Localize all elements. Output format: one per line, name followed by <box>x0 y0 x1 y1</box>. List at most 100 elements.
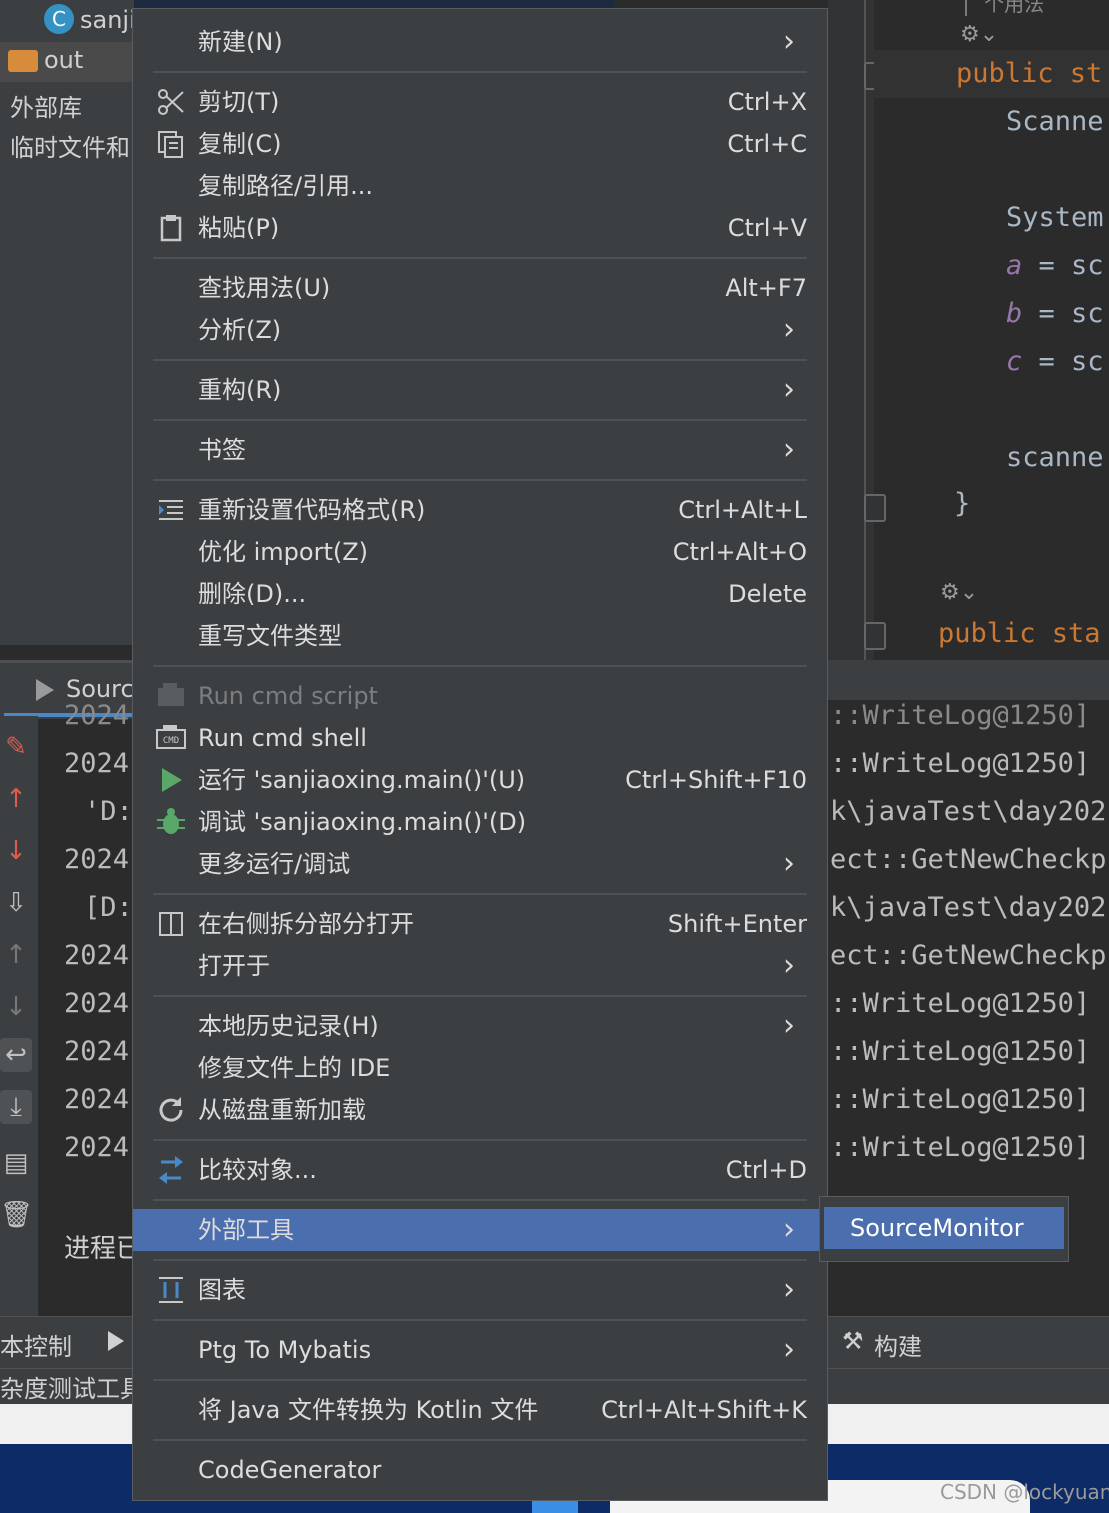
scroll-to-end-icon[interactable]: ⤓ <box>0 1090 32 1124</box>
menu-item-label: 重写文件类型 <box>198 622 342 650</box>
console-line: ect::GetNewCheckp <box>830 940 1107 971</box>
code-rest: = sc <box>1022 250 1104 281</box>
menu-separator <box>153 1139 807 1141</box>
menu-item-26[interactable]: Ptg To Mybatis › <box>133 1329 827 1371</box>
menu-item-2[interactable]: 复制(C) Ctrl+C <box>133 123 827 165</box>
code-line[interactable]: b = sc <box>1006 298 1104 329</box>
menu-item-20[interactable]: 本地历史记录(H) › <box>133 1005 827 1047</box>
reload-icon <box>155 1094 187 1126</box>
status-text[interactable]: 杂度测试工具 <box>0 1369 144 1404</box>
menu-item-7[interactable]: 重构(R) › <box>133 369 827 411</box>
code-rest: = sc <box>1022 298 1104 329</box>
arrow-down-icon[interactable]: ↓ <box>0 834 32 868</box>
menu-item-label: 更多运行/调试 <box>198 850 351 878</box>
menu-item-13: Run cmd script <box>133 675 827 717</box>
menu-item-25[interactable]: 图表 › <box>133 1269 827 1311</box>
console-line: 'D: <box>84 796 133 827</box>
folder-icon <box>8 50 38 72</box>
menu-item-label: 本地历史记录(H) <box>198 1012 379 1040</box>
menu-item-6[interactable]: 分析(Z) › <box>133 309 827 351</box>
menu-item-4[interactable]: 粘贴(P) Ctrl+V <box>133 207 827 249</box>
menu-item-shortcut: Ctrl+Alt+Shift+K <box>601 1396 807 1424</box>
trash-icon[interactable]: 🗑 <box>0 1198 33 1232</box>
menu-item-16[interactable]: 调试 'sanjiaoxing.main()'(D) <box>133 801 827 843</box>
chevron-right-icon: › <box>783 948 795 983</box>
menu-item-label: 复制路径/引用... <box>198 172 373 200</box>
reformat-icon <box>155 494 187 526</box>
menu-item-11[interactable]: 删除(D)... Delete <box>133 573 827 615</box>
menu-item-17[interactable]: 更多运行/调试 › <box>133 843 827 885</box>
console-line: 2024 <box>64 940 130 971</box>
soft-wrap-icon[interactable]: ↩ <box>0 1038 32 1072</box>
down-icon[interactable]: ↓ <box>0 990 32 1024</box>
console-line: ::WriteLog@1250] <box>830 1132 1091 1163</box>
menu-item-9[interactable]: 重新设置代码格式(R) Ctrl+Alt+L <box>133 489 827 531</box>
code-line[interactable]: } <box>954 488 970 519</box>
code-line-method-decl[interactable]: public st <box>956 58 1102 89</box>
menu-item-label: Run cmd script <box>198 682 378 710</box>
usage-hint[interactable]: | 个用法 <box>960 0 1044 17</box>
menu-item-0[interactable]: 新建(N) › <box>133 21 827 63</box>
fold-marker[interactable] <box>864 622 886 650</box>
project-item-scratches[interactable]: 临时文件和 <box>10 128 130 163</box>
run-tab-icon <box>36 679 54 701</box>
code-line[interactable]: System <box>1006 202 1104 233</box>
menu-item-28[interactable]: CodeGenerator <box>133 1449 827 1491</box>
code-line[interactable]: c = sc <box>1006 346 1104 377</box>
menu-item-24[interactable]: 外部工具 › <box>133 1209 827 1251</box>
edit-config-icon[interactable]: ✎ <box>0 730 32 764</box>
menu-item-shortcut: Ctrl+C <box>727 130 807 158</box>
menu-item-14[interactable]: CMD Run cmd shell <box>133 717 827 759</box>
vcs-tab[interactable]: 本控制 <box>0 1327 72 1362</box>
chevron-right-icon: › <box>783 24 795 59</box>
menu-item-3[interactable]: 复制路径/引用... <box>133 165 827 207</box>
print-icon[interactable]: ▤ <box>0 1146 32 1180</box>
code-line-method-decl[interactable]: public sta <box>938 618 1101 649</box>
project-item-external-libs[interactable]: 外部库 <box>10 88 82 123</box>
menu-item-10[interactable]: 优化 import(Z) Ctrl+Alt+O <box>133 531 827 573</box>
menu-item-19[interactable]: 打开于 › <box>133 945 827 987</box>
menu-item-label: 优化 import(Z) <box>198 538 369 566</box>
code-line[interactable]: scanne <box>1006 442 1104 473</box>
menu-item-8[interactable]: 书签 › <box>133 429 827 471</box>
menu-separator <box>153 1199 807 1201</box>
menu-item-21[interactable]: 修复文件上的 IDE <box>133 1047 827 1089</box>
menu-item-label: 在右侧拆分部分打开 <box>198 910 414 938</box>
menu-item-5[interactable]: 查找用法(U) Alt+F7 <box>133 267 827 309</box>
run-tab-icon[interactable] <box>108 1331 124 1351</box>
ai-assist-icon[interactable]: ⚙⌄ <box>940 580 978 605</box>
sort-icon[interactable]: ⇩ <box>0 886 32 920</box>
code-line[interactable]: a = sc <box>1006 250 1104 281</box>
run-icon <box>155 764 187 796</box>
submenu-item-sourcemonitor[interactable]: SourceMonitor <box>824 1207 1064 1249</box>
code-rest: = sc <box>1022 346 1104 377</box>
chevron-right-icon: › <box>783 432 795 467</box>
up-icon[interactable]: ↑ <box>0 938 32 972</box>
menu-item-label: 剪切(T) <box>198 88 280 116</box>
build-tab[interactable]: 构建 <box>874 1327 922 1362</box>
arrow-up-icon[interactable]: ↑ <box>0 782 32 816</box>
code-line[interactable]: Scanne <box>1006 106 1104 137</box>
menu-item-label: CodeGenerator <box>198 1456 382 1484</box>
menu-item-label: 打开于 <box>198 952 270 980</box>
menu-item-15[interactable]: 运行 'sanjiaoxing.main()'(U) Ctrl+Shift+F10 <box>133 759 827 801</box>
console-line: 2024 <box>64 1084 130 1115</box>
menu-item-23[interactable]: 比较对象... Ctrl+D <box>133 1149 827 1191</box>
project-item-out-row[interactable]: out <box>0 42 134 82</box>
menu-item-22[interactable]: 从磁盘重新加载 <box>133 1089 827 1131</box>
console-line: ::WriteLog@1250] <box>830 1036 1091 1067</box>
external-tools-submenu: SourceMonitor <box>819 1196 1069 1262</box>
process-status: 进程已 <box>64 1234 143 1264</box>
menu-item-label: 查找用法(U) <box>198 274 331 302</box>
menu-separator <box>153 359 807 361</box>
project-top-item[interactable]: sanji <box>80 6 136 34</box>
fold-marker[interactable] <box>864 494 886 522</box>
menu-item-27[interactable]: 将 Java 文件转换为 Kotlin 文件 Ctrl+Alt+Shift+K <box>133 1389 827 1431</box>
copy-icon <box>155 128 187 160</box>
run-tab-label[interactable]: Sourc <box>66 675 134 703</box>
ai-assist-icon[interactable]: ⚙⌄ <box>960 22 998 47</box>
menu-item-18[interactable]: 在右侧拆分部分打开 Shift+Enter <box>133 903 827 945</box>
menu-item-1[interactable]: 剪切(T) Ctrl+X <box>133 81 827 123</box>
menu-item-12[interactable]: 重写文件类型 <box>133 615 827 657</box>
var-b: b <box>1006 298 1023 329</box>
